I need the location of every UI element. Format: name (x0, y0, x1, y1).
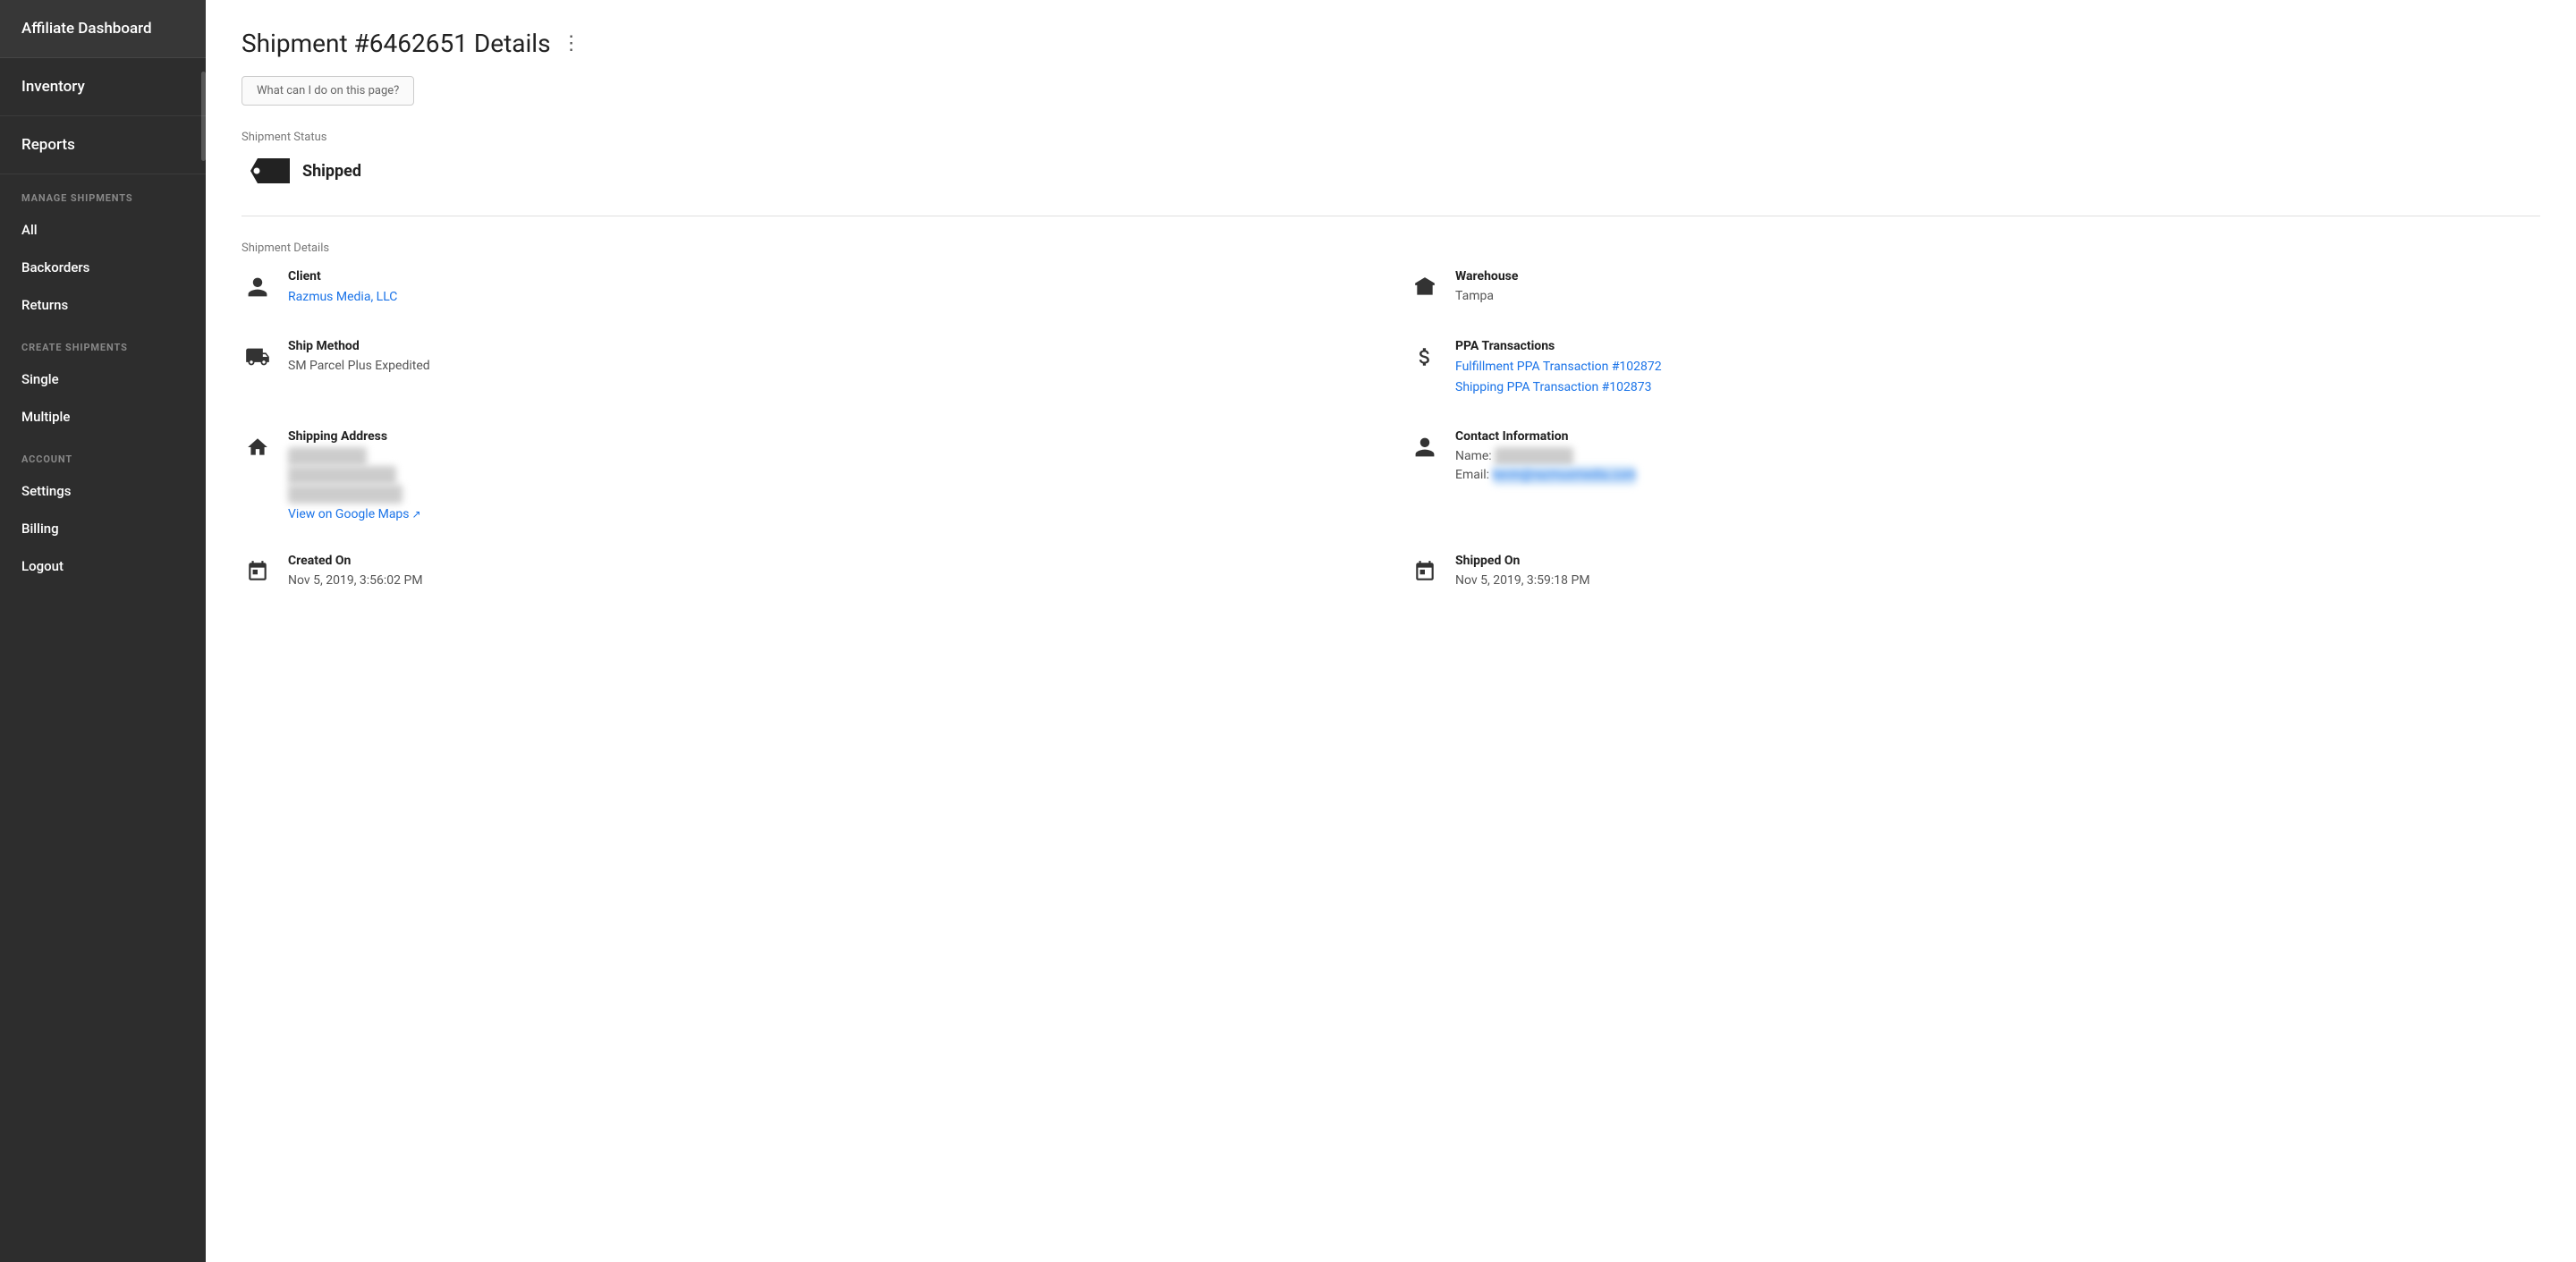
detail-ppa-transactions: PPA Transactions Fulfillment PPA Transac… (1409, 339, 2540, 397)
google-maps-link[interactable]: View on Google Maps ↗ (288, 507, 421, 521)
sidebar-item-logout[interactable]: Logout (0, 547, 206, 585)
contact-name-blurred: Kevin Razmus (1495, 447, 1573, 466)
sidebar-section-account: ACCOUNT (0, 436, 206, 472)
sidebar-item-settings[interactable]: Settings (0, 472, 206, 510)
truck-icon (242, 341, 274, 373)
ship-method-title: Ship Method (288, 339, 430, 353)
status-block: Shipped (242, 158, 2540, 183)
shipped-tag-icon (250, 158, 290, 183)
dollar-icon (1409, 341, 1441, 373)
warehouse-title: Warehouse (1455, 269, 1518, 284)
shipped-calendar-icon (1409, 555, 1441, 588)
sidebar-item-reports[interactable]: Reports (0, 116, 206, 174)
client-title: Client (288, 269, 397, 284)
more-options-icon[interactable]: ⋮ (562, 32, 583, 55)
address-line2-blurred: Tampa, FL 33626 US (288, 485, 402, 504)
sidebar-item-create-single[interactable]: Single (0, 360, 206, 398)
ship-method-value: SM Parcel Plus Expedited (288, 357, 430, 376)
detail-contact-info: Contact Information Name: Kevin Razmus E… (1409, 429, 2540, 521)
ppa-fulfillment-link[interactable]: Fulfillment PPA Transaction #102872 (1455, 357, 1662, 377)
external-link-icon: ↗ (412, 508, 421, 521)
warehouse-content: Warehouse Tampa (1455, 269, 1518, 306)
sidebar-item-inventory[interactable]: Inventory (0, 58, 206, 116)
client-link[interactable]: Razmus Media, LLC (288, 287, 397, 307)
contact-info-title: Contact Information (1455, 429, 1636, 444)
details-section-label: Shipment Details (242, 241, 2540, 255)
sidebar-scrollbar (201, 72, 206, 161)
shipping-address-title: Shipping Address (288, 429, 421, 444)
detail-warehouse: Warehouse Tampa (1409, 269, 2540, 307)
sidebar-section-manage-shipments: MANAGE SHIPMENTS (0, 174, 206, 211)
created-on-content: Created On Nov 5, 2019, 3:56:02 PM (288, 554, 423, 590)
client-content: Client Razmus Media, LLC (288, 269, 397, 307)
ppa-transactions-content: PPA Transactions Fulfillment PPA Transac… (1455, 339, 1662, 397)
contact-name-row: Name: Kevin Razmus (1455, 447, 1636, 466)
status-section-label: Shipment Status (242, 131, 2540, 144)
detail-created-on: Created On Nov 5, 2019, 3:56:02 PM (242, 554, 1373, 590)
warehouse-icon (1409, 271, 1441, 303)
sidebar-item-create-multiple[interactable]: Multiple (0, 398, 206, 436)
home-icon (242, 431, 274, 463)
page-header: Shipment #6462651 Details ⋮ (242, 29, 2540, 58)
ship-method-content: Ship Method SM Parcel Plus Expedited (288, 339, 430, 376)
contact-info-content: Contact Information Name: Kevin Razmus E… (1455, 429, 1636, 485)
sidebar-section-create-shipments: CREATE SHIPMENTS (0, 324, 206, 360)
created-calendar-icon (242, 555, 274, 588)
address-name-blurred: Kevin Razmus (288, 447, 367, 466)
details-grid: Client Razmus Media, LLC Warehouse Tampa… (242, 269, 2540, 590)
sidebar-item-affiliate-dashboard[interactable]: Affiliate Dashboard (0, 0, 206, 58)
shipping-address-content: Shipping Address Kevin Razmus 10014 Glen… (288, 429, 421, 521)
shipping-address-value: Kevin Razmus 10014 Glenalder Pl. Tampa, … (288, 447, 421, 504)
detail-shipping-address: Shipping Address Kevin Razmus 10014 Glen… (242, 429, 1373, 521)
ppa-shipping-link[interactable]: Shipping PPA Transaction #102873 (1455, 377, 1662, 397)
sidebar: Affiliate Dashboard Inventory Reports MA… (0, 0, 206, 1262)
page-title: Shipment #6462651 Details (242, 29, 551, 58)
ppa-transactions-title: PPA Transactions (1455, 339, 1662, 353)
sidebar-item-manage-returns[interactable]: Returns (0, 286, 206, 324)
created-on-title: Created On (288, 554, 423, 568)
detail-ship-method: Ship Method SM Parcel Plus Expedited (242, 339, 1373, 397)
status-value: Shipped (302, 162, 361, 181)
client-icon (242, 271, 274, 303)
address-line1-blurred: 10014 Glenalder Pl. (288, 466, 396, 485)
warehouse-value: Tampa (1455, 287, 1518, 306)
main-content: Shipment #6462651 Details ⋮ What can I d… (206, 0, 2576, 1262)
sidebar-item-manage-all[interactable]: All (0, 211, 206, 249)
shipped-on-value: Nov 5, 2019, 3:59:18 PM (1455, 572, 1590, 590)
shipped-on-title: Shipped On (1455, 554, 1590, 568)
help-button[interactable]: What can I do on this page? (242, 76, 414, 106)
detail-shipped-on: Shipped On Nov 5, 2019, 3:59:18 PM (1409, 554, 2540, 590)
contact-email-row: Email: kevin@razmusmedia.com (1455, 466, 1636, 485)
contact-icon (1409, 431, 1441, 463)
created-on-value: Nov 5, 2019, 3:56:02 PM (288, 572, 423, 590)
contact-email-blurred: kevin@razmusmedia.com (1493, 466, 1637, 485)
sidebar-item-billing[interactable]: Billing (0, 510, 206, 547)
detail-client: Client Razmus Media, LLC (242, 269, 1373, 307)
sidebar-item-manage-backorders[interactable]: Backorders (0, 249, 206, 286)
shipped-on-content: Shipped On Nov 5, 2019, 3:59:18 PM (1455, 554, 1590, 590)
